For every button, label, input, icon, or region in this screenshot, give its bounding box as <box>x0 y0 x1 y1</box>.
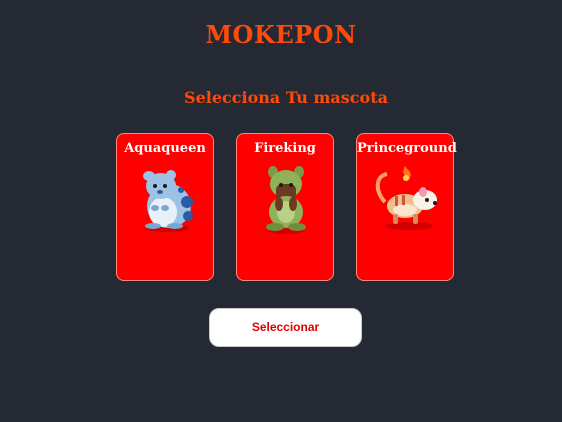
select-pet-button[interactable]: Seleccionar <box>209 308 362 347</box>
fireking-icon <box>266 166 306 234</box>
page-title: MOKEPON <box>205 20 357 49</box>
pet-card-list: Aquaqueen Fireking Princeground <box>116 133 457 283</box>
pet-card-fireking[interactable]: Fireking <box>236 133 334 281</box>
page-subtitle: Selecciona Tu mascota <box>184 88 388 107</box>
princeground-icon <box>375 166 437 230</box>
pet-card-label: Fireking <box>254 141 316 156</box>
pet-card-label: Aquaqueen <box>124 141 206 156</box>
pet-card-aquaqueen[interactable]: Aquaqueen <box>116 133 214 281</box>
aquaqueen-icon <box>143 170 193 232</box>
pet-card-princeground[interactable]: Princeground <box>356 133 457 281</box>
pet-card-label: Princeground <box>357 141 457 156</box>
